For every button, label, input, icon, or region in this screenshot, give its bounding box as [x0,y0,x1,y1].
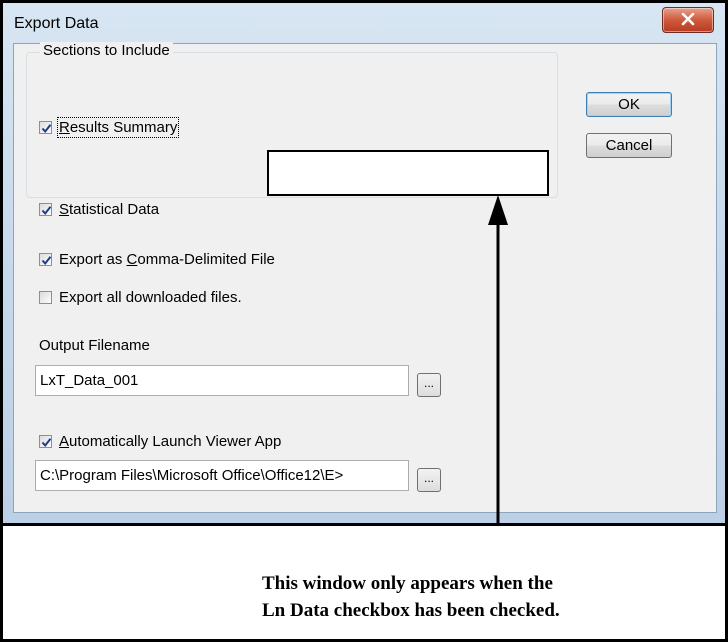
annotation-note: This window only appears when the Ln Dat… [262,570,702,624]
annotation-line-2: Ln Data checkbox has been checked. [262,600,560,621]
annotation-arrow-icon [488,195,508,525]
annotation-line-1: This window only appears when the [262,573,553,594]
figure-frame: Export Data Sections to Include Results … [0,0,728,642]
